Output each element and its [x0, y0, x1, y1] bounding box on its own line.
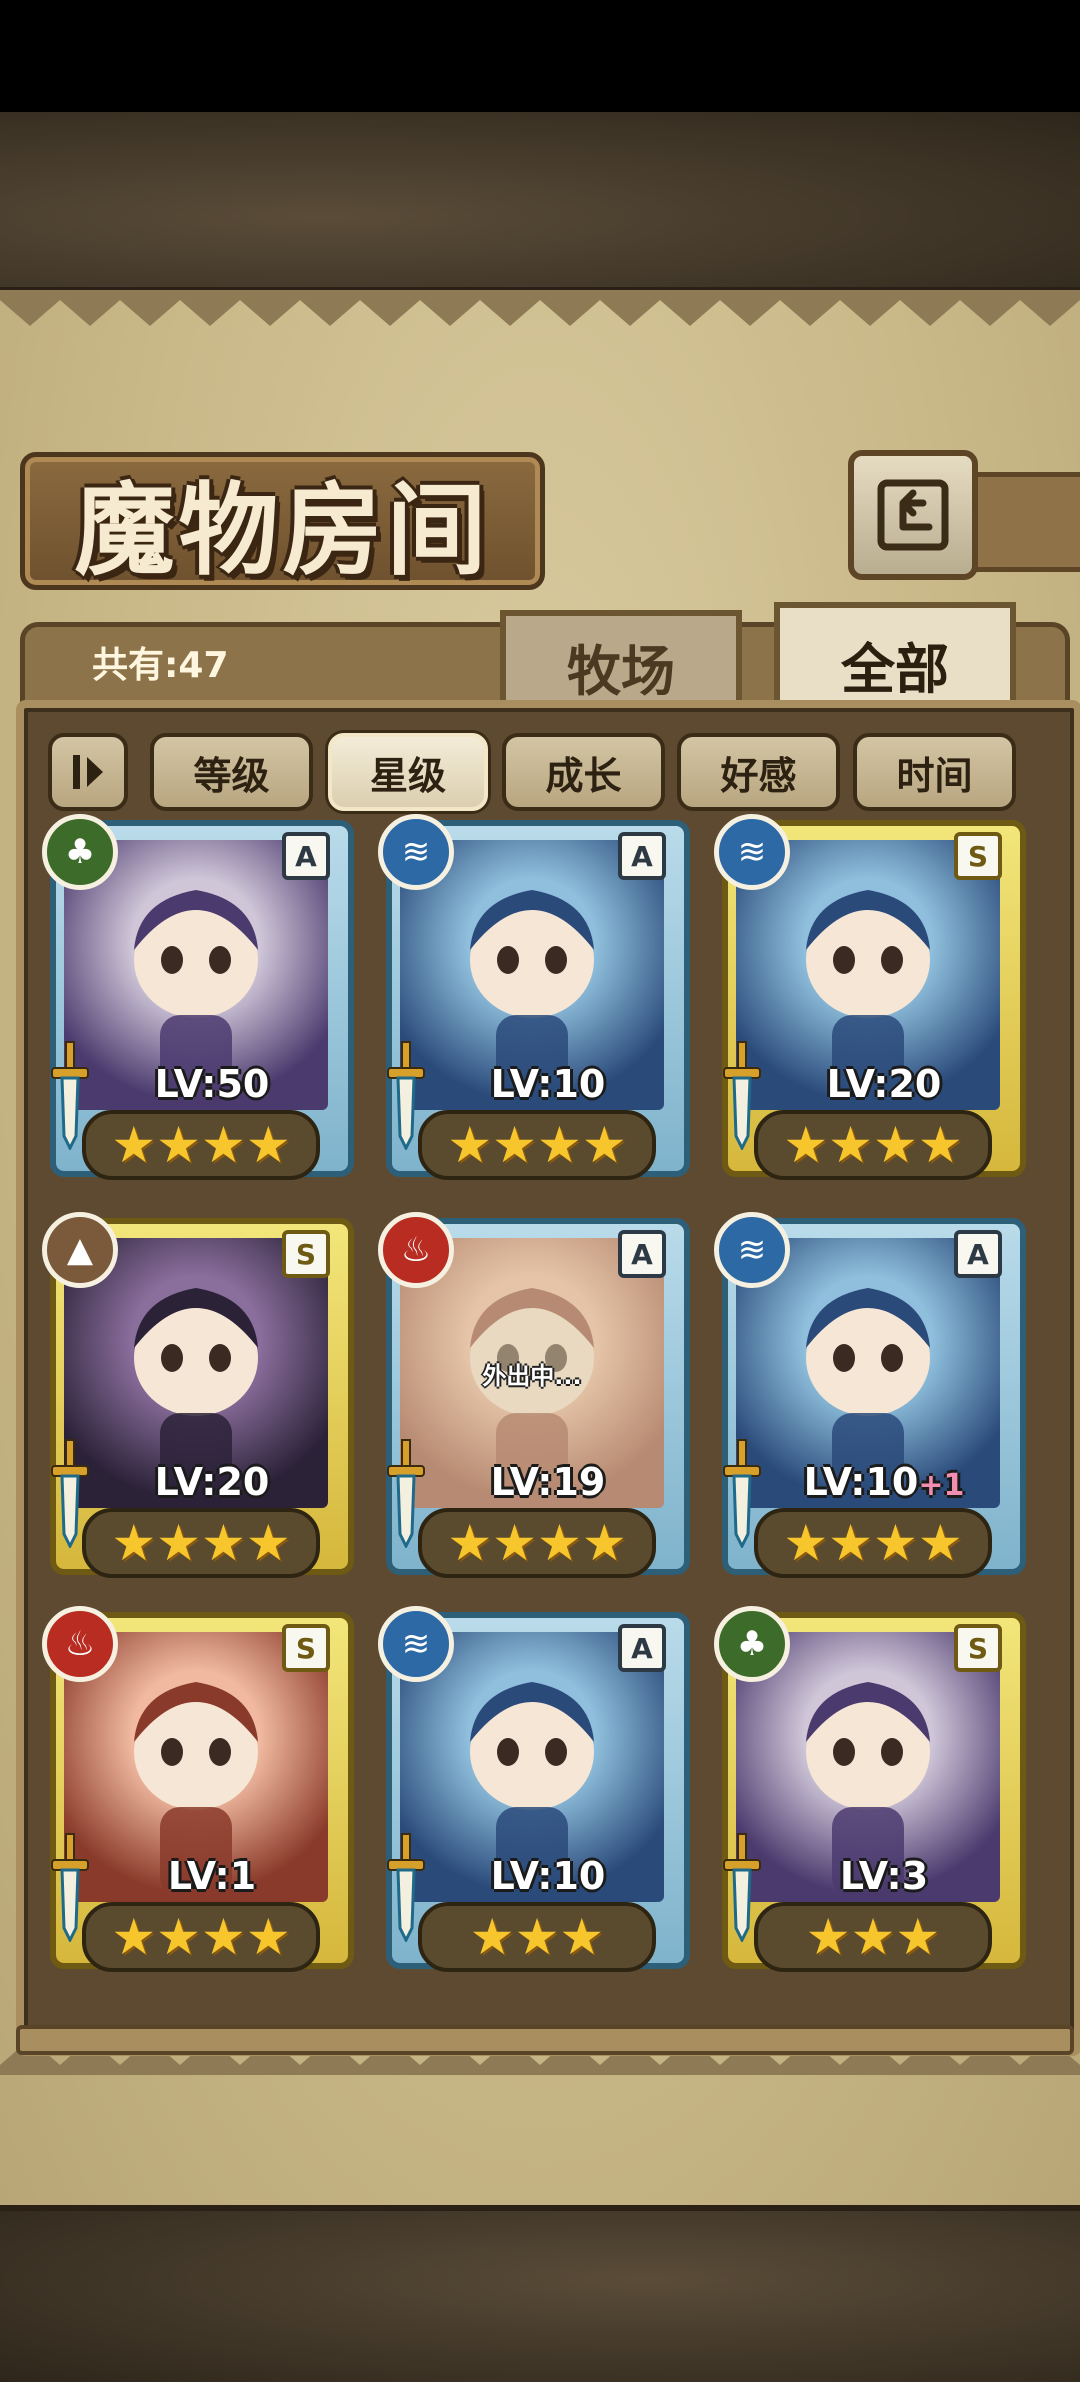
rank-badge: A [282, 832, 330, 880]
star-rating: ★★★★ [754, 1110, 992, 1180]
monster-card[interactable]: S ≋ LV:20 ★★★★ [714, 814, 1026, 1180]
sort-order-toggle-button[interactable] [48, 733, 128, 811]
sort-star-button[interactable]: 星级 [328, 733, 488, 811]
star-rating: ★★★★ [418, 1110, 656, 1180]
grass-element-icon: ♣ [42, 814, 118, 890]
map-background-bottom [0, 2205, 1080, 2382]
back-button[interactable] [848, 450, 978, 580]
rank-badge: S [954, 832, 1002, 880]
monster-card[interactable]: S ♨ LV:1 ★★★★ [42, 1606, 354, 1972]
star-rating: ★★★ [418, 1902, 656, 1972]
water-element-icon: ≋ [378, 1606, 454, 1682]
status-bar [0, 0, 1080, 112]
sort-order-icon [73, 755, 103, 789]
grass-element-icon: ♣ [714, 1606, 790, 1682]
rank-badge: S [954, 1624, 1002, 1672]
star-rating: ★★★★ [82, 1508, 320, 1578]
level-value: LV:10 [803, 1460, 919, 1504]
water-element-icon: ≋ [714, 1212, 790, 1288]
monster-level: LV:10 [448, 1854, 648, 1898]
star-rating: ★★★ [754, 1902, 992, 1972]
level-value: LV:10 [490, 1854, 606, 1898]
rank-badge: A [618, 832, 666, 880]
frame-bottom-ledge [16, 2025, 1074, 2055]
map-background-top [0, 112, 1080, 293]
monster-level: LV:19 [448, 1460, 648, 1504]
level-value: LV:50 [154, 1062, 270, 1106]
sort-growth-button[interactable]: 成长 [502, 733, 665, 811]
monster-level: LV:1 [112, 1854, 312, 1898]
monster-card[interactable]: A ♣ LV:50 ★★★★ [42, 814, 354, 1180]
monster-card[interactable]: S ▲ LV:20 ★★★★ [42, 1212, 354, 1578]
star-rating: ★★★★ [418, 1508, 656, 1578]
page-title: 魔物房间 [74, 470, 491, 589]
level-value: LV:10 [490, 1062, 606, 1106]
rank-badge: S [282, 1230, 330, 1278]
level-value: LV:19 [490, 1460, 606, 1504]
level-value: LV:3 [839, 1854, 929, 1898]
sort-level-button[interactable]: 等级 [150, 733, 313, 811]
monster-card[interactable]: 外出中... A ♨ LV:19 ★★★★ [378, 1212, 690, 1578]
rank-badge: S [282, 1624, 330, 1672]
monster-level: LV:10+1 [784, 1460, 984, 1504]
star-rating: ★★★★ [82, 1902, 320, 1972]
monster-level: LV:3 [784, 1854, 984, 1898]
title-plate: 魔物房间 [20, 452, 545, 590]
monster-card[interactable]: A ≋ LV:10+1 ★★★★ [714, 1212, 1026, 1578]
level-value: LV:20 [826, 1062, 942, 1106]
monster-card[interactable]: S ♣ LV:3 ★★★ [714, 1606, 1026, 1972]
monster-level: LV:20 [112, 1460, 312, 1504]
star-rating: ★★★★ [754, 1508, 992, 1578]
water-element-icon: ≋ [378, 814, 454, 890]
level-value: LV:1 [167, 1854, 257, 1898]
sort-time-button[interactable]: 时间 [853, 733, 1016, 811]
return-icon [877, 479, 949, 551]
level-bonus: +1 [918, 1468, 965, 1503]
monster-level: LV:10 [448, 1062, 648, 1106]
back-button-strip [960, 472, 1080, 572]
level-value: LV:20 [154, 1460, 270, 1504]
star-rating: ★★★★ [82, 1110, 320, 1180]
monster-count: 共有:47 [92, 645, 229, 686]
fire-element-icon: ♨ [378, 1212, 454, 1288]
rank-badge: A [954, 1230, 1002, 1278]
monster-card[interactable]: A ≋ LV:10 ★★★★ [378, 814, 690, 1180]
rank-badge: A [618, 1230, 666, 1278]
water-element-icon: ≋ [714, 814, 790, 890]
rank-badge: A [618, 1624, 666, 1672]
earth-element-icon: ▲ [42, 1212, 118, 1288]
monster-card[interactable]: A ≋ LV:10 ★★★ [378, 1606, 690, 1972]
monster-level: LV:50 [112, 1062, 312, 1106]
fire-element-icon: ♨ [42, 1606, 118, 1682]
zigzag-border-top [0, 290, 1080, 326]
sort-affection-button[interactable]: 好感 [677, 733, 840, 811]
monster-level: LV:20 [784, 1062, 984, 1106]
